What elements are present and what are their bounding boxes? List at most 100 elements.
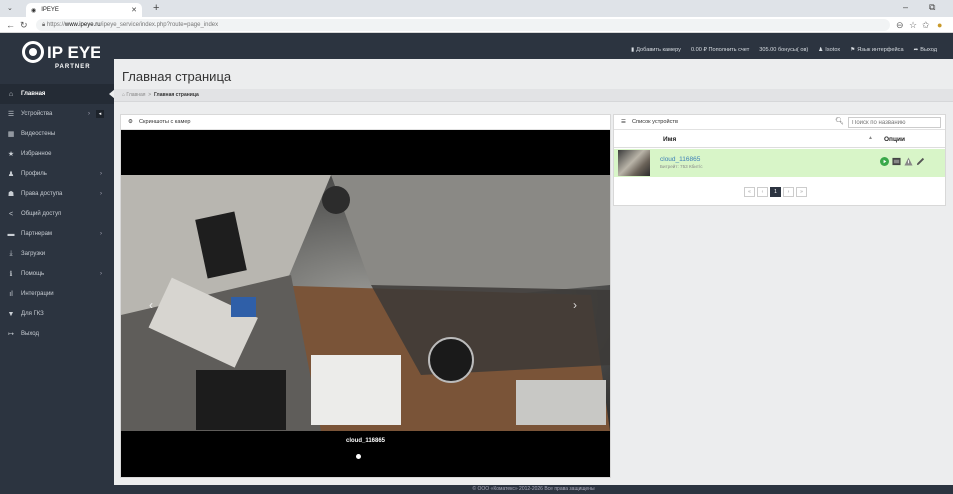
top-links: ▮ Добавить камеру 0.00 ₽ Пополнить счет 3… <box>631 47 937 53</box>
info-icon: ℹ <box>9 271 13 278</box>
archive-icon[interactable] <box>892 157 901 166</box>
bookmark-star-icon[interactable]: ☆ <box>909 19 917 31</box>
screenshots-panel: ⚙ Скриншоты с камер ‹ › cloud_116865 <box>120 114 611 478</box>
page-next[interactable]: › <box>783 187 794 197</box>
zoom-icon[interactable]: ⊖ <box>896 19 904 31</box>
sidebar-item-help[interactable]: ℹ Помощь › <box>0 264 114 284</box>
column-options: Опции <box>884 136 905 143</box>
url-path: /ipeye_service/index.php?route=page_inde… <box>100 22 219 28</box>
exit-icon: ➦ <box>913 47 919 53</box>
device-name[interactable]: cloud_116865 <box>660 156 700 163</box>
url-prefix: https:// <box>46 22 65 28</box>
address-bar-row: ← ↻ 🔒︎ https://www.ipeye.ru/ipeye_servic… <box>0 17 953 33</box>
breadcrumb-home[interactable]: Главная <box>126 92 145 98</box>
logout-link[interactable]: ➦ Выход <box>914 47 937 53</box>
pagination: « ‹ 1 › » <box>744 187 807 197</box>
breadcrumb-current: Главная страница <box>153 92 199 98</box>
flag-icon: ⚑ <box>850 47 856 53</box>
footer: © ООО «Коматекс» 2012-2026 Все права защ… <box>472 486 595 492</box>
column-name[interactable]: Имя <box>663 136 676 143</box>
logo[interactable]: IP EYE PARTNER <box>22 39 100 81</box>
minimize-icon[interactable]: – <box>903 2 908 12</box>
page-first[interactable]: « <box>744 187 755 197</box>
sidebar-item-home[interactable]: ⌂ Главная <box>0 84 114 104</box>
devices-panel: ☰ Список устройств 🔍︎ Имя ▲ Опции cloud_… <box>613 114 946 206</box>
sidebar-item-partners[interactable]: ▬ Партнерам › <box>0 224 114 244</box>
page-title: Главная страница <box>122 69 232 84</box>
device-thumbnail[interactable] <box>618 150 650 176</box>
page-current[interactable]: 1 <box>770 187 781 197</box>
sidebar-item-videowalls[interactable]: ▦ Видеостены <box>0 124 114 144</box>
logo-subtitle: PARTNER <box>55 64 91 70</box>
chevron-right-icon: › <box>100 191 102 197</box>
edit-icon[interactable] <box>916 157 925 166</box>
sidebar-item-integrations[interactable]: ıl Интеграции <box>0 284 114 304</box>
page-last[interactable]: » <box>796 187 807 197</box>
sidebar-item-downloads[interactable]: ⤓ Загрузки <box>0 244 114 264</box>
sidebar-item-favorites[interactable]: ★ Избранное <box>0 144 114 164</box>
reload-icon[interactable]: ↻ <box>20 19 28 31</box>
sidebar: ⌂ Главная ☰ Устройства › ◂ ▦ Видеостены ★ Избр… <box>0 84 114 480</box>
sidebar-item-profile[interactable]: ♟ Профиль › <box>0 164 114 184</box>
camera-snapshot[interactable] <box>121 175 610 431</box>
carousel-indicator[interactable] <box>356 454 361 459</box>
chevron-right-icon: › <box>100 171 102 177</box>
filter-icon: ▼ <box>7 310 15 318</box>
sidebar-item-access[interactable]: ☗ Права доступа › <box>0 184 114 204</box>
chevron-right-icon: › <box>100 271 102 277</box>
tab-title: IPEYE <box>41 7 59 13</box>
profile-icon[interactable]: ● <box>937 19 942 31</box>
tab-menu-icon[interactable]: ⌄ <box>7 4 13 12</box>
snapshot-caption: cloud_116865 <box>345 438 386 444</box>
table-header: Имя ▲ Опции <box>614 131 945 148</box>
collapse-icon[interactable]: ◂ <box>96 110 104 118</box>
sidebar-item-devices[interactable]: ☰ Устройства › ◂ <box>0 104 114 124</box>
page-prev[interactable]: ‹ <box>757 187 768 197</box>
play-icon[interactable] <box>880 157 889 166</box>
sort-icon[interactable]: ▲ <box>868 135 873 141</box>
browser-tabbar: ⌄ ◉ IPEYE ✕ + – ⧉ <box>0 0 953 17</box>
favorites-icon[interactable]: ✩ <box>922 19 930 31</box>
partner-icon: ▬ <box>7 230 15 238</box>
balance-link[interactable]: 0.00 ₽ Пополнить счет <box>691 47 749 53</box>
breadcrumb: ⌂ Главная > Главная страница <box>114 89 953 102</box>
list-icon: ☰ <box>7 111 15 118</box>
share-icon: < <box>8 210 14 218</box>
user-link[interactable]: ♟ Isotox <box>818 47 840 53</box>
close-tab-icon[interactable]: ✕ <box>131 6 137 14</box>
device-bitrate: Битрейт: 753 Кбит/c <box>660 164 703 169</box>
screenshots-panel-title: Скриншоты с камер <box>139 119 191 125</box>
sidebar-item-logout[interactable]: ↦ Выход <box>0 324 114 344</box>
url-field[interactable]: 🔒︎ https://www.ipeye.ru/ipeye_service/in… <box>36 19 890 31</box>
breadcrumb-separator: > <box>148 92 152 98</box>
integration-icon: ıl <box>9 290 13 298</box>
sidebar-item-share[interactable]: < Общий доступ <box>0 204 114 224</box>
back-icon[interactable]: ← <box>6 19 15 31</box>
camera-carousel[interactable]: ‹ › cloud_116865 <box>121 130 610 477</box>
bonus-link[interactable]: 305.00 бонусы( ов) <box>759 47 808 53</box>
carousel-prev-icon[interactable]: ‹ <box>149 298 153 312</box>
sidebar-item-gkz[interactable]: ▼ Для ГКЗ <box>0 304 114 324</box>
table-row[interactable]: cloud_116865 Битрейт: 753 Кбит/c <box>614 149 945 177</box>
screenshots-panel-header: ⚙ Скриншоты с камер <box>121 115 610 130</box>
gear-icon: ⚙ <box>128 119 134 125</box>
devices-panel-title: Список устройств <box>632 119 678 125</box>
carousel-next-icon[interactable]: › <box>573 298 577 312</box>
new-tab-icon[interactable]: + <box>153 2 159 14</box>
url-domain: www.ipeye.ru <box>64 22 101 28</box>
camera-icon: ▮ <box>631 47 635 53</box>
restore-icon[interactable]: ⧉ <box>929 2 935 13</box>
site-header <box>0 33 953 59</box>
user-icon: ♟ <box>7 171 15 178</box>
warning-icon[interactable] <box>904 157 913 166</box>
chevron-right-icon: › <box>100 231 102 237</box>
star-icon: ★ <box>7 151 15 158</box>
list-icon: ☰ <box>621 119 627 125</box>
device-options <box>880 157 925 166</box>
add-camera-link[interactable]: ▮ Добавить камеру <box>631 47 681 53</box>
logout-icon: ↦ <box>8 331 14 338</box>
main-content: Главная страница ⌂ Главная > Главная стр… <box>114 59 953 485</box>
search-input[interactable] <box>848 117 941 128</box>
language-link[interactable]: ⚑ Язык интерфейса <box>850 47 903 53</box>
browser-tab[interactable]: ◉ IPEYE ✕ <box>26 3 142 17</box>
